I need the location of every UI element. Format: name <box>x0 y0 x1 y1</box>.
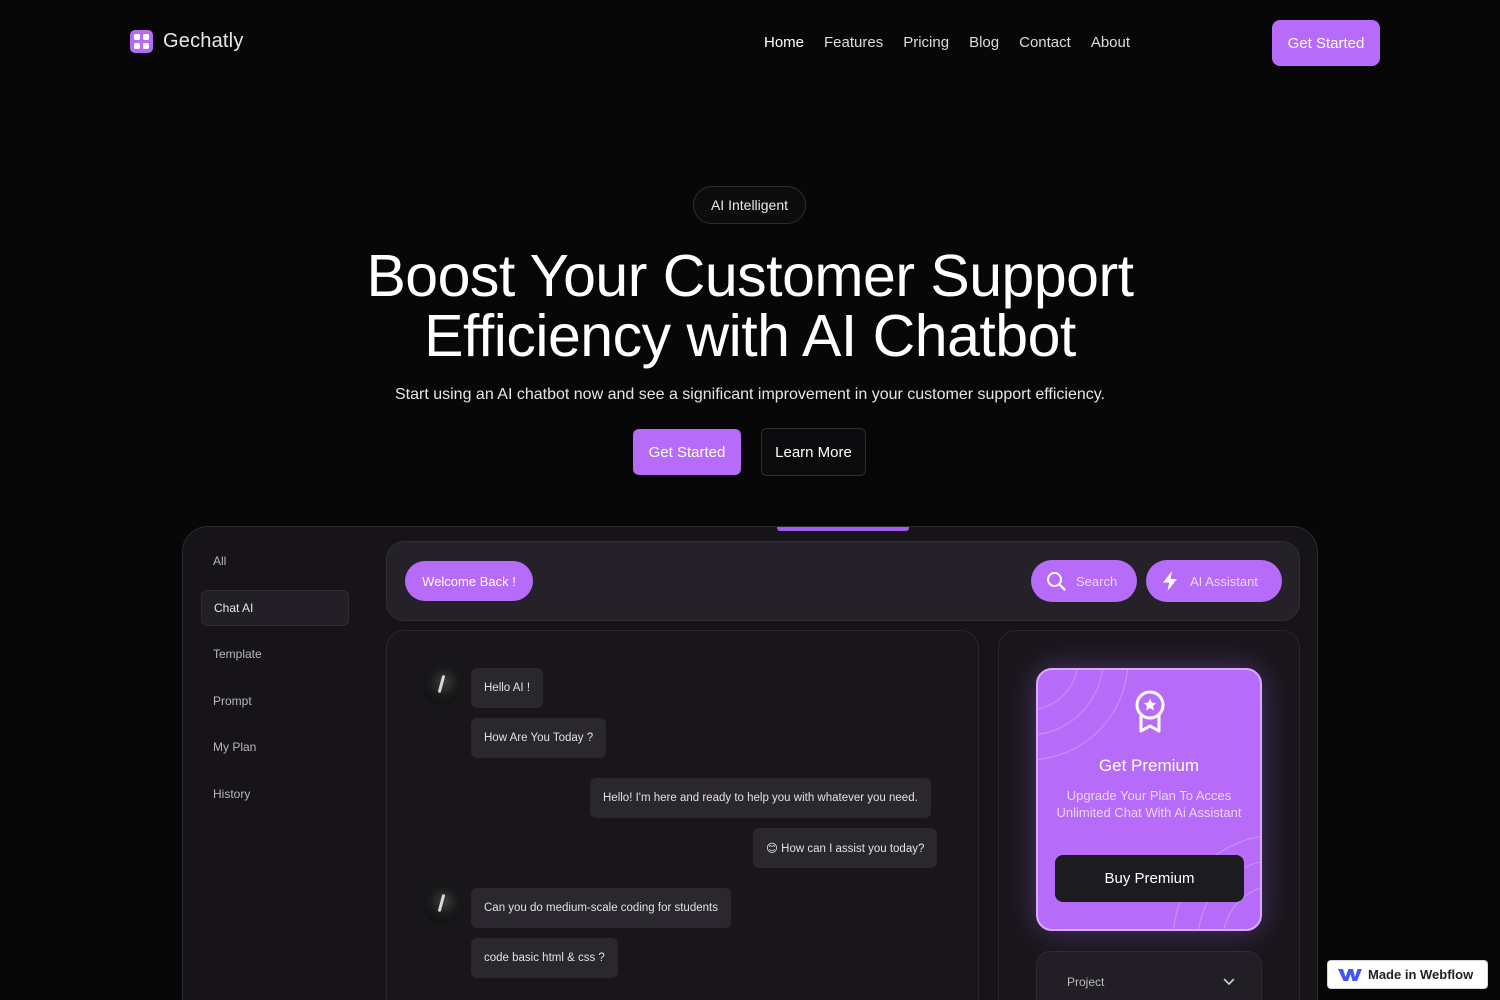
search-button[interactable]: Search <box>1031 560 1137 602</box>
sidebar-item-my-plan[interactable]: My Plan <box>201 729 349 765</box>
hero-badge: AI Intelligent <box>693 186 806 224</box>
project-label: Project <box>1067 975 1105 989</box>
brand-logo[interactable]: Gechatly <box>130 30 244 53</box>
hero-subtitle: Start using an AI chatbot now and see a … <box>394 386 1105 403</box>
avatar <box>423 667 461 705</box>
sidebar-item-chat-ai[interactable]: Chat AI <box>201 589 349 626</box>
nav-links: Home Features Pricing Blog Contact About <box>764 34 1130 51</box>
chat-message: Can you do medium-scale coding for stude… <box>471 888 731 928</box>
chat-message: 😊 How can I assist you today? <box>753 828 938 868</box>
chat-message: Hello AI ! <box>471 668 544 708</box>
nav-get-started-button[interactable]: Get Started <box>1272 20 1380 66</box>
chat-message: code basic html & css ? <box>471 938 618 978</box>
avatar <box>423 886 461 924</box>
sidebar-item-history[interactable]: History <box>201 776 349 812</box>
nav-link-features[interactable]: Features <box>824 34 883 51</box>
made-in-webflow-badge[interactable]: Made in Webflow <box>1327 960 1488 989</box>
project-dropdown[interactable]: Project <box>1036 951 1262 1000</box>
app-topbar: Welcome Back ! Search AI Assistant <box>386 541 1300 621</box>
hero-title: Boost Your Customer Support Efficiency w… <box>250 246 1250 366</box>
premium-title: Get Premium <box>1098 756 1200 775</box>
premium-card: Get Premium Upgrade Your Plan To Acces U… <box>1036 668 1262 931</box>
top-nav: Gechatly Home Features Pricing Blog Cont… <box>0 0 1500 88</box>
brand-name: Gechatly <box>163 30 244 52</box>
webflow-badge-label: Made in Webflow <box>1368 967 1474 982</box>
ai-assistant-label: AI Assistant <box>1190 573 1258 589</box>
nav-link-home[interactable]: Home <box>764 34 804 51</box>
preview-accent-bar <box>777 527 909 531</box>
buy-premium-button[interactable]: Buy Premium <box>1055 855 1244 902</box>
nav-link-blog[interactable]: Blog <box>969 34 999 51</box>
chat-panel: Hello AI ! How Are You Today ? Hello! I'… <box>386 630 979 1000</box>
ai-assistant-button[interactable]: AI Assistant <box>1146 560 1282 602</box>
app-sidebar: All Chat AI Template Prompt My Plan Hist… <box>201 543 349 822</box>
chevron-down-icon <box>1223 978 1235 986</box>
hero-title-line-2: Efficiency with AI Chatbot <box>424 303 1076 369</box>
app-preview: All Chat AI Template Prompt My Plan Hist… <box>182 526 1318 1000</box>
award-icon <box>1135 690 1165 733</box>
logo-icon <box>130 30 153 53</box>
search-label: Search <box>1076 573 1118 589</box>
sidebar-item-all[interactable]: All <box>201 543 349 579</box>
right-panel: Get Premium Upgrade Your Plan To Acces U… <box>998 630 1300 1000</box>
premium-description: Upgrade Your Plan To Acces Unlimited Cha… <box>1056 788 1242 820</box>
lightning-icon <box>1163 571 1177 591</box>
nav-link-contact[interactable]: Contact <box>1019 34 1071 51</box>
chat-message: Hello! I'm here and ready to help you wi… <box>590 778 931 818</box>
nav-link-about[interactable]: About <box>1091 34 1130 51</box>
sidebar-item-template[interactable]: Template <box>201 636 349 672</box>
chat-message: How Are You Today ? <box>471 718 607 758</box>
hero-title-line-1: Boost Your Customer Support <box>366 243 1134 309</box>
sidebar-item-prompt[interactable]: Prompt <box>201 683 349 719</box>
search-icon <box>1047 572 1066 591</box>
nav-link-pricing[interactable]: Pricing <box>903 34 949 51</box>
hero-get-started-button[interactable]: Get Started <box>633 429 741 475</box>
webflow-icon <box>1338 969 1362 981</box>
welcome-pill: Welcome Back ! <box>405 561 533 601</box>
hero-learn-more-button[interactable]: Learn More <box>761 428 866 476</box>
